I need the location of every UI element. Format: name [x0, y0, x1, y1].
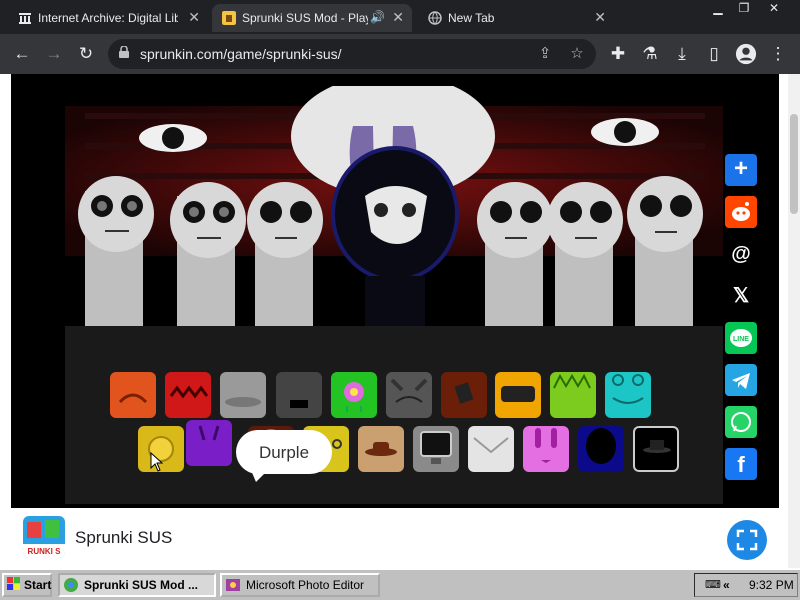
taskbar-item-label: Sprunki SUS Mod ... [84, 578, 199, 592]
tray-expand-icon[interactable]: « [723, 574, 730, 596]
character-tooltip: Durple [236, 430, 332, 482]
svg-text:LINE: LINE [733, 336, 749, 343]
tab-sprunki[interactable]: Sprunki SUS Mod - Play 🔊 ✕ [212, 4, 412, 32]
windows-taskbar: Start Sprunki SUS Mod ... Microsoft Phot… [0, 568, 800, 600]
tooltip-text: Durple [258, 443, 310, 462]
share-page-icon[interactable]: ⇪ [534, 43, 556, 65]
system-tray: ⌨ « 9:32 PM [694, 573, 798, 597]
minimize-icon[interactable]: ▁ [704, 0, 732, 18]
character-lime-spiky-icon[interactable] [550, 372, 596, 418]
close-icon[interactable]: ✕ [594, 9, 606, 26]
photo-editor-icon [226, 579, 240, 591]
character-tan-hat-icon[interactable] [358, 426, 404, 472]
game-stage[interactable] [65, 86, 723, 326]
close-window-icon[interactable]: ✕ [760, 0, 788, 18]
taskbar-item-sprunki[interactable]: Sprunki SUS Mod ... [58, 573, 216, 597]
character-green-flower-icon[interactable] [331, 372, 377, 418]
tab-title: Internet Archive: Digital Libr [38, 11, 178, 25]
bookmark-star-icon[interactable]: ☆ [566, 43, 588, 65]
url-text[interactable]: sprunkin.com/game/sprunki-sus/ [140, 46, 342, 62]
character-gray-cat-ears-icon[interactable] [386, 372, 432, 418]
character-white-envelope-icon[interactable] [468, 426, 514, 472]
browser-toolbar: ← → ↻ sprunkin.com/game/sprunki-sus/ ⇪ ☆… [0, 34, 800, 74]
windows-logo-icon [7, 577, 20, 590]
audio-icon[interactable]: 🔊 [370, 10, 385, 24]
fullscreen-button[interactable] [727, 520, 767, 560]
mouse-pointer-icon [150, 452, 164, 472]
x-icon[interactable]: 𝕏 [725, 280, 757, 312]
character-brown-cup-icon[interactable] [441, 372, 487, 418]
character-orange-frown-icon[interactable] [110, 372, 156, 418]
address-bar[interactable]: sprunkin.com/game/sprunki-sus/ ⇪ ☆ [108, 39, 596, 69]
tab-new-tab[interactable]: New Tab ✕ [418, 4, 614, 32]
labs-icon[interactable]: ⚗ [638, 42, 662, 66]
app-info-bar: RUNKI S Sprunki SUS [11, 508, 779, 568]
character-blue-black-head-icon[interactable] [578, 426, 624, 472]
sprunki-favicon-icon [222, 11, 236, 25]
line-icon[interactable]: LINE [725, 322, 757, 354]
back-icon[interactable]: ← [10, 42, 34, 66]
close-icon[interactable]: ✕ [188, 9, 200, 26]
tab-strip: Internet Archive: Digital Libr ✕ Sprunki… [0, 0, 800, 34]
tab-internet-archive[interactable]: Internet Archive: Digital Libr ✕ [8, 4, 208, 32]
share-plus-icon[interactable]: + [725, 154, 757, 186]
globe-icon [428, 11, 442, 25]
reddit-icon[interactable] [725, 196, 757, 228]
scrollbar-thumb[interactable] [790, 114, 798, 214]
lock-icon [119, 46, 129, 58]
character-purple-horns-icon[interactable] [186, 420, 232, 466]
character-yellow-goggles-icon[interactable] [495, 372, 541, 418]
forward-icon[interactable]: → [42, 42, 66, 66]
character-cyan-frog-icon[interactable] [605, 372, 651, 418]
expand-icon [736, 529, 758, 551]
whatsapp-icon[interactable] [725, 406, 757, 438]
app-logo-text: RUNKI S [28, 547, 62, 556]
character-black-tv-icon[interactable] [276, 372, 322, 418]
character-black-tophat-icon[interactable] [633, 426, 679, 472]
threads-icon[interactable]: @ [725, 238, 757, 270]
start-button[interactable]: Start [2, 573, 52, 597]
archive-icon [19, 13, 31, 24]
app-title: Sprunki SUS [75, 528, 173, 547]
taskbar-item-photo-editor[interactable]: Microsoft Photo Editor [220, 573, 380, 597]
taskbar-item-label: Microsoft Photo Editor [246, 578, 365, 592]
character-gray-monitor-icon[interactable] [413, 426, 459, 472]
chrome-icon [64, 578, 78, 592]
close-icon[interactable]: ✕ [392, 9, 404, 26]
character-red-teeth-icon[interactable] [165, 372, 211, 418]
restore-icon[interactable]: ❐ [730, 0, 758, 18]
reload-icon[interactable]: ↻ [74, 42, 98, 66]
tab-title: New Tab [448, 11, 495, 25]
sidepanel-icon[interactable]: ▯ [702, 42, 726, 66]
profile-icon[interactable] [734, 42, 758, 66]
character-pink-bunny-icon[interactable] [523, 426, 569, 472]
menu-kebab-icon[interactable]: ⋮ [766, 42, 790, 66]
clock[interactable]: 9:32 PM [749, 574, 794, 596]
character-gray-hat-icon[interactable] [220, 372, 266, 418]
app-logo[interactable]: RUNKI S [23, 516, 65, 558]
page-scrollbar[interactable] [788, 74, 800, 568]
page-content: Durple + @ 𝕏 LINE f RUNKI S Sprunki SUS [0, 74, 800, 568]
extensions-icon[interactable]: ✚ [606, 42, 630, 66]
telegram-icon[interactable] [725, 364, 757, 396]
keyboard-icon[interactable]: ⌨ [705, 574, 721, 596]
download-icon[interactable]: ⤓ [670, 42, 694, 66]
start-label: Start [24, 578, 52, 592]
tab-title: Sprunki SUS Mod - Play [242, 11, 368, 25]
tooltip-tail-icon [250, 468, 270, 482]
facebook-icon[interactable]: f [725, 448, 757, 480]
